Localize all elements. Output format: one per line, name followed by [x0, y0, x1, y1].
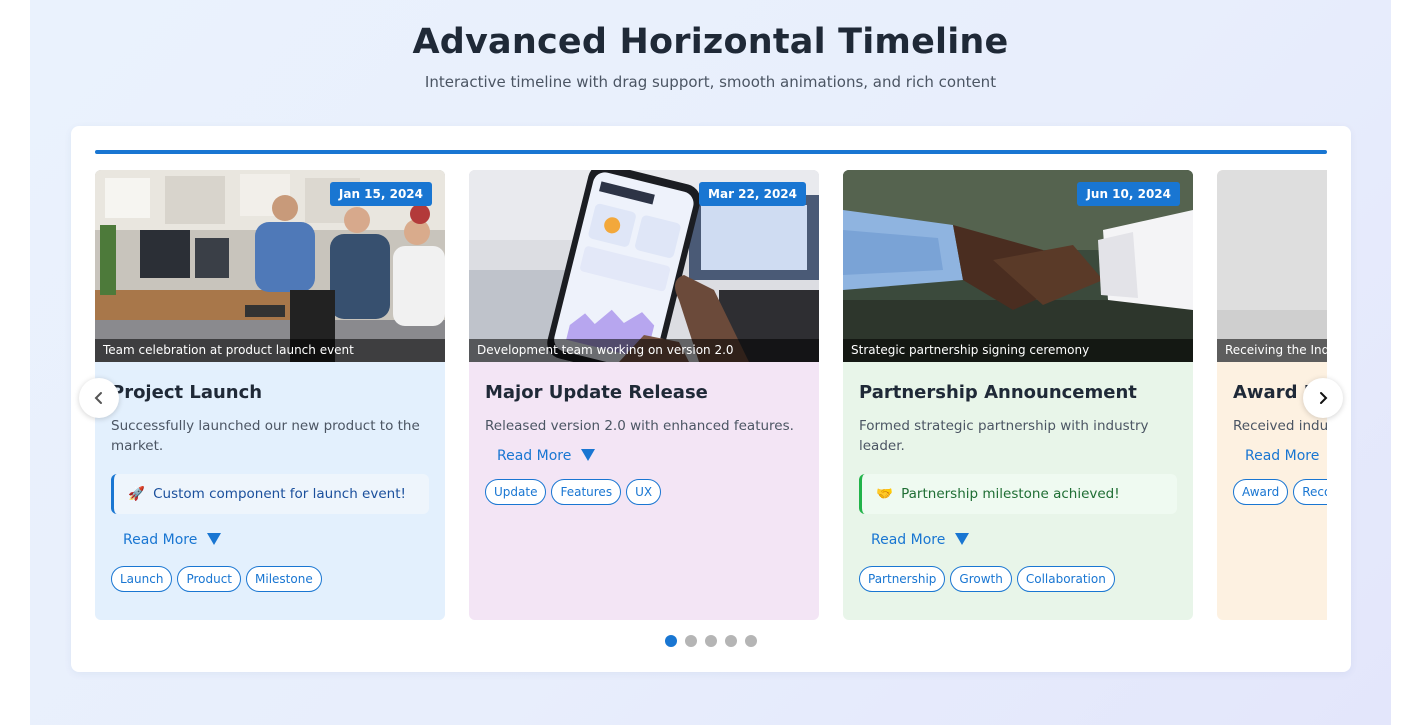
pagination-dots [71, 635, 1351, 647]
timeline-panel: Jan 15, 2024 Team celebration at product… [71, 126, 1351, 672]
tag[interactable]: Features [551, 479, 622, 505]
next-button[interactable] [1303, 378, 1343, 418]
custom-callout: 🤝 Partnership milestone achieved! [859, 474, 1177, 514]
card-description: Formed strategic partnership with indust… [859, 418, 1149, 454]
date-badge: Jun 10, 2024 [1077, 182, 1180, 206]
image-caption: Development team working on version 2.0 [469, 339, 819, 362]
timeline-card-partnership[interactable]: Jun 10, 2024 Strategic partnership signi… [843, 170, 1193, 620]
card-title: Major Update Release [485, 382, 708, 403]
handshake-icon: 🤝 [876, 486, 893, 502]
date-badge: Mar 22, 2024 [699, 182, 806, 206]
read-more-button[interactable]: Read More [497, 448, 596, 464]
page-background: Advanced Horizontal Timeline Interactive… [30, 0, 1391, 725]
tag[interactable]: Collaboration [1016, 566, 1115, 592]
pagination-dot-2[interactable] [685, 635, 697, 647]
caret-down-icon [581, 449, 596, 461]
chevron-right-icon [1320, 392, 1328, 404]
pagination-dot-5[interactable] [745, 635, 757, 647]
tag[interactable]: Growth [950, 566, 1012, 592]
tag-list: Update Features UX [485, 479, 805, 505]
card-image-team-celebration: Jan 15, 2024 Team celebration at product… [95, 170, 445, 362]
image-caption: Strategic partnership signing ceremony [843, 339, 1193, 362]
tag[interactable]: Award [1233, 479, 1289, 505]
callout-text: Custom component for launch event! [153, 486, 406, 502]
pagination-dot-1[interactable] [665, 635, 677, 647]
read-more-label: Read More [123, 532, 198, 548]
read-more-label: Read More [497, 448, 572, 464]
tag[interactable]: Product [177, 566, 242, 592]
tag[interactable]: Partnership [859, 566, 946, 592]
card-image-handshake: Jun 10, 2024 Strategic partnership signi… [843, 170, 1193, 362]
timeline-track-line [95, 150, 1327, 154]
card-body: Partnership Announcement Formed strategi… [859, 382, 1179, 592]
card-body: Project Launch Successfully launched our… [111, 382, 431, 592]
card-title: Project Launch [111, 382, 263, 403]
read-more-button[interactable]: Read More [123, 532, 222, 548]
pagination-dot-4[interactable] [725, 635, 737, 647]
pagination-dot-3[interactable] [705, 635, 717, 647]
tag[interactable]: Milestone [246, 566, 322, 592]
chevron-left-icon [94, 392, 102, 404]
previous-button[interactable] [79, 378, 119, 418]
tag-list: Partnership Growth Collaboration [859, 566, 1179, 592]
timeline-card-project-launch[interactable]: Jan 15, 2024 Team celebration at product… [95, 170, 445, 620]
rocket-icon: 🚀 [128, 486, 145, 502]
read-more-button[interactable]: Read More [1245, 448, 1327, 464]
card-body: Major Update Release Released version 2.… [485, 382, 805, 505]
read-more-label: Read More [871, 532, 946, 548]
tag-list: AwardReco [1233, 479, 1327, 505]
page-title: Advanced Horizontal Timeline [412, 22, 1009, 62]
read-more-button[interactable]: Read More [871, 532, 970, 548]
card-title: Partnership Announcement [859, 382, 1137, 403]
image-caption: Receiving the Indus [1217, 339, 1327, 362]
card-description: Released version 2.0 with enhanced featu… [485, 418, 794, 434]
tag[interactable]: Reco [1293, 479, 1327, 505]
card-image-award: Receiving the Indus [1217, 170, 1327, 362]
page-subtitle: Interactive timeline with drag support, … [424, 73, 997, 91]
timeline-viewport[interactable]: Jan 15, 2024 Team celebration at product… [95, 170, 1327, 620]
caret-down-icon [207, 533, 222, 545]
caret-down-icon [955, 533, 970, 545]
card-description: Received indust [1233, 418, 1327, 434]
timeline-card-major-update[interactable]: Mar 22, 2024 Development team working on… [469, 170, 819, 620]
tag[interactable]: Update [485, 479, 547, 505]
card-image-phone-dashboard: Mar 22, 2024 Development team working on… [469, 170, 819, 362]
custom-callout: 🚀 Custom component for launch event! [111, 474, 429, 514]
tag[interactable]: UX [626, 479, 662, 505]
date-badge: Jan 15, 2024 [329, 182, 432, 206]
read-more-label: Read More [1245, 448, 1320, 464]
card-description: Successfully launched our new product to… [111, 418, 420, 454]
image-caption: Team celebration at product launch event [95, 339, 445, 362]
callout-text: Partnership milestone achieved! [901, 486, 1120, 502]
tag-list: Launch Product Milestone [111, 566, 431, 592]
tag[interactable]: Launch [111, 566, 173, 592]
